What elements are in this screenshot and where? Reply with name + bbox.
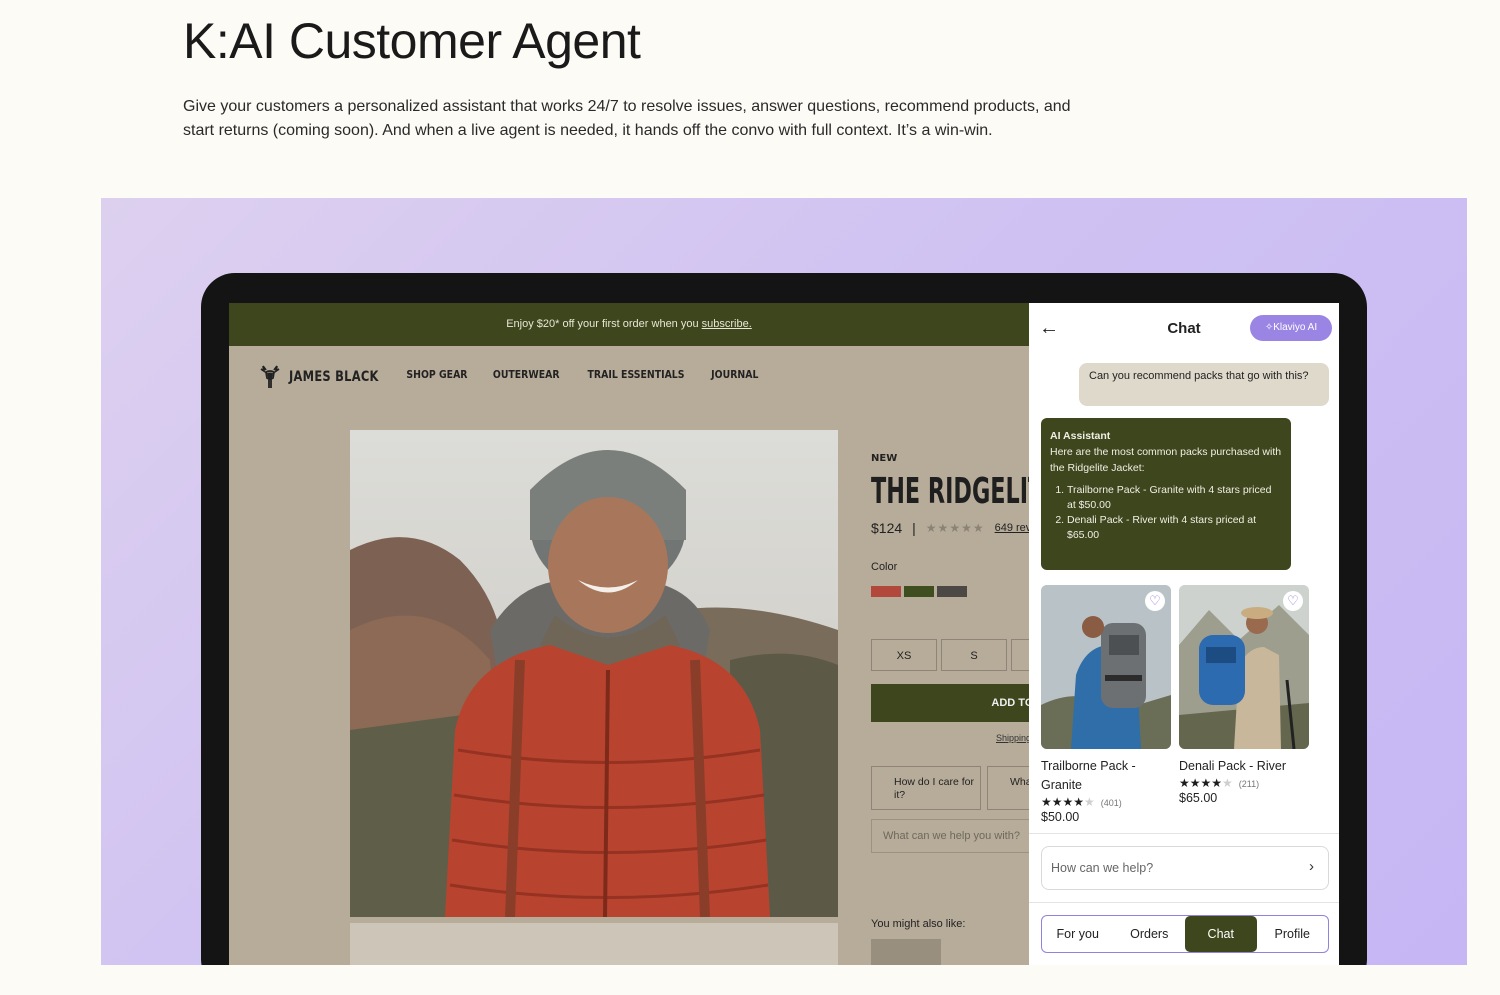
- chat-divider: [1029, 902, 1339, 903]
- chat-divider: [1029, 833, 1339, 834]
- store-header: JAMES BLACK SHOP GEAR OUTERWEAR TRAIL ES…: [229, 346, 1029, 406]
- tab-orders[interactable]: Orders: [1114, 916, 1186, 952]
- recommended-thumbnail[interactable]: [871, 939, 941, 965]
- store-logo[interactable]: JAMES BLACK: [259, 364, 398, 390]
- subscribe-link[interactable]: subscribe.: [702, 318, 752, 330]
- nav-outerwear[interactable]: OUTERWEAR: [493, 368, 560, 381]
- page-description: Give your customers a personalized assis…: [183, 98, 1071, 139]
- new-badge: NEW: [871, 453, 898, 464]
- color-swatch-charcoal[interactable]: [937, 586, 967, 597]
- chat-input-placeholder: How can we help?: [1051, 861, 1154, 875]
- tab-chat[interactable]: Chat: [1185, 916, 1257, 952]
- product-price: $65.00: [1179, 791, 1218, 805]
- faq-care-button[interactable]: How do I care for it?: [871, 766, 981, 810]
- chat-panel: ← Chat ✧Klaviyo AI Can you recommend pac…: [1029, 303, 1339, 965]
- chat-input[interactable]: How can we help? ›: [1041, 846, 1329, 890]
- nav-trail-essentials[interactable]: TRAIL ESSENTIALS: [588, 368, 685, 381]
- laptop-screen: Enjoy $20* off your first order when you…: [229, 303, 1339, 965]
- nav-journal[interactable]: JOURNAL: [712, 368, 759, 381]
- secondary-product-photo: [350, 923, 838, 965]
- store-nav-links: SHOP GEAR OUTERWEAR TRAIL ESSENTIALS JOU…: [401, 368, 763, 381]
- product-card-trailborne[interactable]: ♡ Trailborne Pack - Granite ★★★★★ (401) $…: [1041, 585, 1171, 824]
- woman-in-jacket-illustration: [350, 430, 838, 917]
- assistant-label: AI Assistant: [1050, 430, 1111, 442]
- color-label: Color: [871, 561, 898, 573]
- tab-profile[interactable]: Profile: [1257, 916, 1329, 952]
- tab-for-you[interactable]: For you: [1042, 916, 1114, 952]
- hero-panel: Enjoy $20* off your first order when you…: [101, 198, 1467, 965]
- deer-logo-icon: [260, 365, 280, 388]
- color-swatch-green[interactable]: [904, 586, 934, 597]
- page-title: K:AI Customer Agent: [183, 13, 641, 69]
- chevron-right-icon[interactable]: ›: [1309, 858, 1314, 875]
- also-like-heading: You might also like:: [871, 918, 966, 930]
- assistant-list-item: Trailborne Pack - Granite with 4 stars p…: [1067, 483, 1282, 513]
- review-count: (211): [1238, 779, 1260, 789]
- promo-text: Enjoy $20* off your first order when you: [506, 318, 702, 330]
- denali-pack-image: ♡: [1179, 585, 1309, 749]
- chat-tabs: For you Orders Chat Profile: [1041, 915, 1329, 953]
- assistant-intro: Here are the most common packs purchased…: [1050, 446, 1282, 474]
- product-card-denali[interactable]: ♡ Denali Pack - River ★★★★★ (211) $65.00: [1179, 585, 1309, 805]
- rating-stars-icon: ★★★★★: [925, 521, 985, 535]
- chat-header: ← Chat ✧Klaviyo AI: [1029, 303, 1339, 353]
- promo-banner: Enjoy $20* off your first order when you…: [229, 303, 1029, 346]
- color-swatch-red[interactable]: [871, 586, 901, 597]
- product-price: $124: [871, 520, 903, 536]
- user-message: Can you recommend packs that go with thi…: [1079, 363, 1329, 406]
- heart-icon[interactable]: ♡: [1145, 591, 1165, 611]
- review-count: (401): [1100, 798, 1122, 808]
- nav-shop-gear[interactable]: SHOP GEAR: [406, 368, 467, 381]
- shipping-link[interactable]: Shipping: [996, 733, 1031, 743]
- size-s-button[interactable]: S: [941, 639, 1007, 671]
- laptop-frame: Enjoy $20* off your first order when you…: [201, 273, 1367, 965]
- assistant-list-item: Denali Pack - River with 4 stars priced …: [1067, 513, 1282, 543]
- assistant-list: Trailborne Pack - Granite with 4 stars p…: [1050, 483, 1282, 543]
- product-rating: ★★★★★ (401): [1041, 795, 1171, 809]
- product-photo: [350, 430, 838, 917]
- price-row: $124 | ★★★★★ 649 reviews: [871, 520, 1053, 536]
- product-rating: ★★★★★ (211): [1179, 776, 1309, 790]
- klaviyo-ai-badge[interactable]: ✧Klaviyo AI: [1250, 315, 1332, 341]
- trailborne-pack-image: ♡: [1041, 585, 1171, 749]
- heart-icon[interactable]: ♡: [1283, 591, 1303, 611]
- assistant-message: AI Assistant Here are the most common pa…: [1041, 418, 1291, 570]
- size-xs-button[interactable]: XS: [871, 639, 937, 671]
- product-price: $50.00: [1041, 810, 1080, 824]
- price-separator: |: [912, 520, 916, 536]
- product-name: Trailborne Pack - Granite: [1041, 759, 1136, 792]
- rating-stars-icon: ★★★★★: [1041, 795, 1095, 809]
- rating-stars-icon: ★★★★★: [1179, 776, 1233, 790]
- product-name: Denali Pack - River: [1179, 759, 1286, 773]
- brand-name: JAMES BLACK: [289, 369, 379, 385]
